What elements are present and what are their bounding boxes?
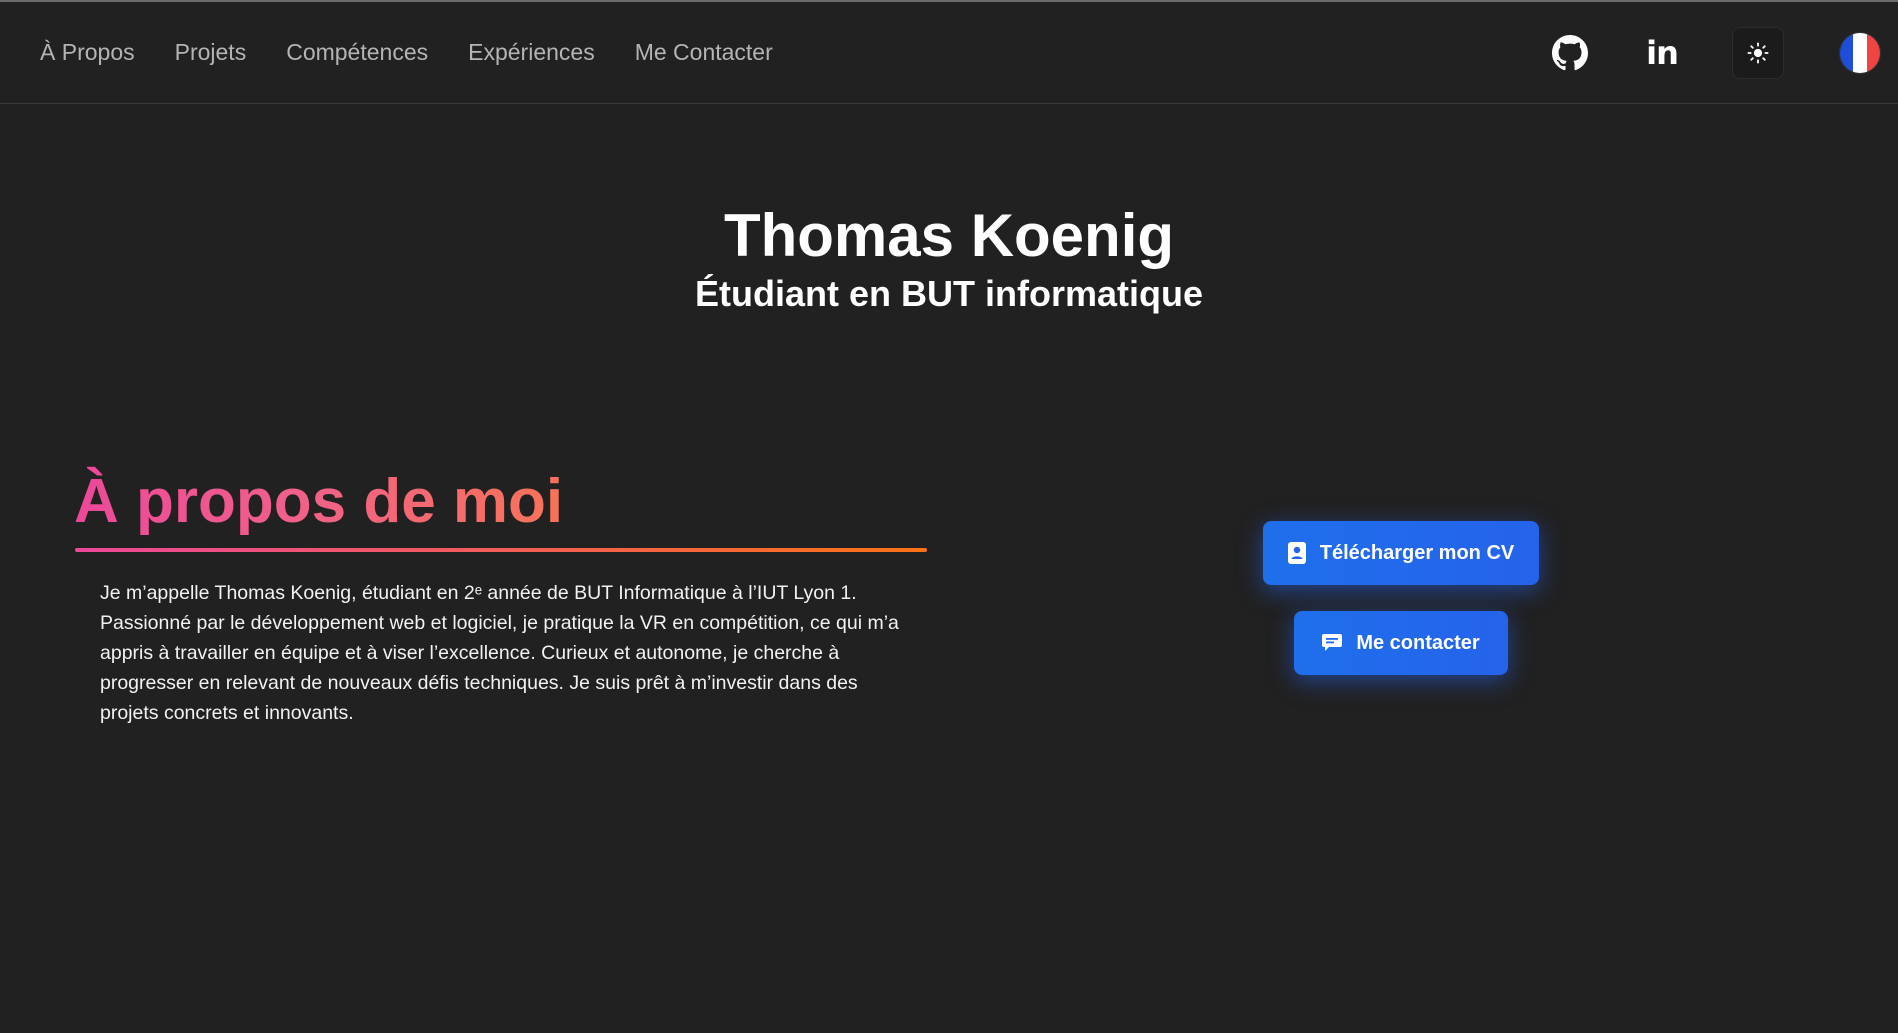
- hero-subtitle: Étudiant en BUT informatique: [695, 273, 1203, 314]
- about-text: Je m’appelle Thomas Koenig, étudiant en …: [100, 582, 899, 724]
- linkedin-icon[interactable]: in: [1642, 33, 1682, 73]
- about-title: À propos de moi: [74, 462, 563, 542]
- nav-link-experiences[interactable]: Expériences: [468, 39, 595, 66]
- nav-link-projets[interactable]: Projets: [175, 39, 247, 66]
- nav-link-me-contacter[interactable]: Me Contacter: [635, 39, 773, 66]
- about-title-underline: [75, 548, 927, 552]
- nav-actions: in: [1550, 26, 1898, 79]
- hero: Thomas Koenig Étudiant en BUT informatiq…: [0, 200, 1898, 316]
- flag-fr-icon[interactable]: [1840, 32, 1880, 73]
- chat-bubble-icon: [1322, 634, 1343, 651]
- nav-link-competences[interactable]: Compétences: [286, 39, 428, 66]
- contact-me-button[interactable]: Me contacter: [1294, 611, 1508, 675]
- sun-icon: [1747, 41, 1769, 64]
- download-cv-label: Télécharger mon CV: [1319, 541, 1515, 564]
- contact-me-label: Me contacter: [1356, 631, 1480, 654]
- hero-name: Thomas Koenig: [723, 202, 1175, 269]
- download-cv-button[interactable]: Télécharger mon CV: [1263, 521, 1539, 585]
- contact-card-icon: [1287, 542, 1306, 564]
- theme-toggle-button[interactable]: [1732, 26, 1784, 79]
- github-icon[interactable]: [1550, 33, 1590, 73]
- nav-link-a-propos[interactable]: À Propos: [40, 39, 135, 66]
- navbar: À Propos Projets Compétences Expériences…: [0, 2, 1898, 104]
- nav-links: À Propos Projets Compétences Expériences…: [0, 39, 773, 66]
